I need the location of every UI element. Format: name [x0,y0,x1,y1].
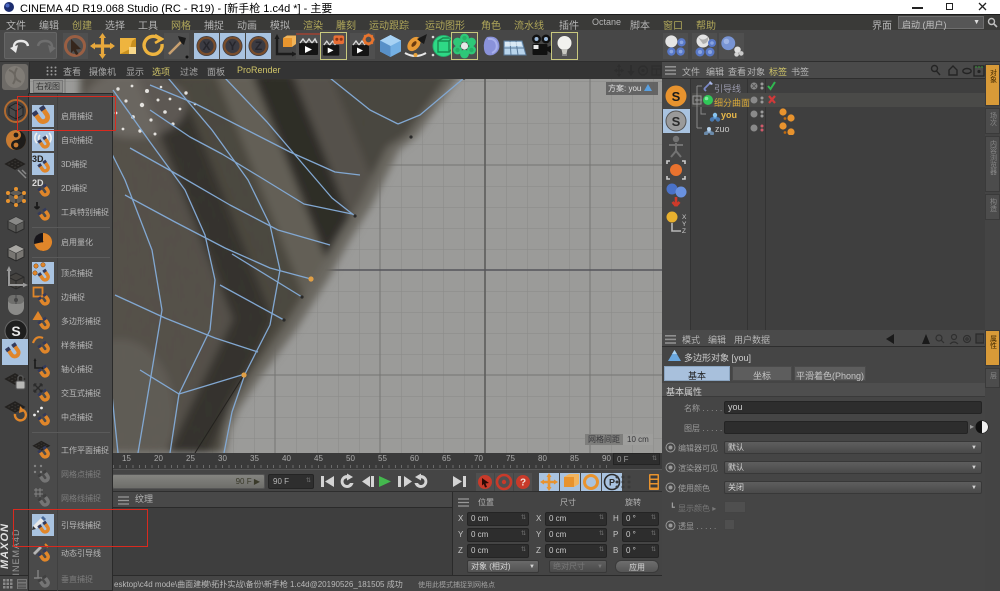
svg-text:?: ? [520,478,526,489]
svg-text:2D: 2D [32,178,44,188]
svg-text:S: S [672,114,681,129]
svg-text:Z: Z [682,228,686,235]
svg-text:S: S [11,323,20,339]
svg-text:X: X [202,39,210,53]
svg-text:Z: Z [255,39,262,53]
svg-text:P: P [609,478,615,488]
svg-text:Y: Y [228,39,236,53]
svg-text:Y: Y [682,221,687,228]
svg-text:S: S [672,89,681,104]
svg-text:3D: 3D [32,154,44,164]
svg-text:X: X [682,214,687,221]
